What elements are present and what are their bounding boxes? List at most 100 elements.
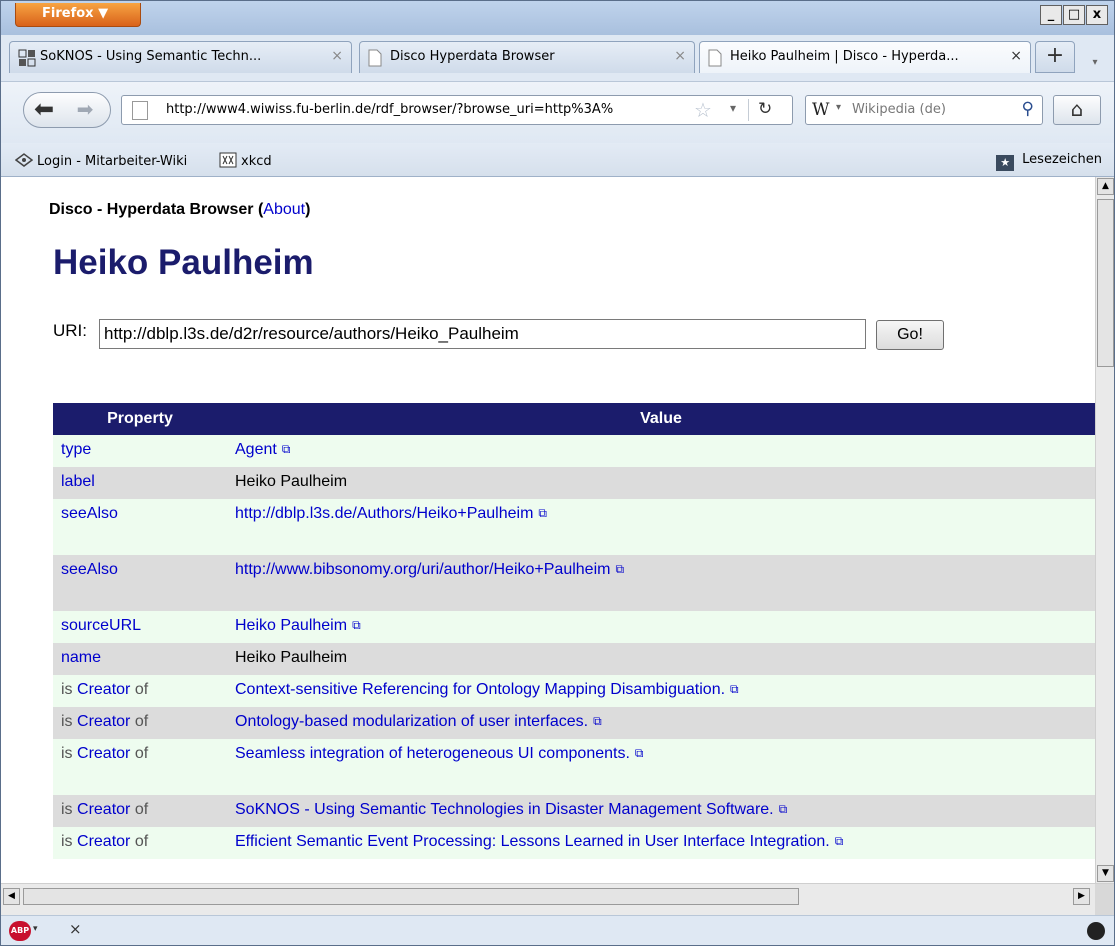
page-title: Heiko Paulheim	[53, 243, 314, 282]
page-icon	[368, 49, 384, 67]
external-link-icon[interactable]: ⧉	[730, 682, 739, 697]
list-all-tabs-icon[interactable]: ▾	[1085, 57, 1105, 77]
property-table: Property Value type Agent ⧉ label Heiko Paul…	[53, 403, 1095, 859]
back-forward-group: ⬅ ➡	[23, 92, 111, 128]
value-link[interactable]: Efficient Semantic Event Processing: Les…	[235, 833, 830, 850]
close-tab-icon[interactable]: ×	[1010, 48, 1022, 64]
wikipedia-icon[interactable]: W	[812, 100, 829, 120]
value-link[interactable]: http://www.bibsonomy.org/uri/author/Heik…	[235, 561, 610, 578]
bookmarks-menu-button[interactable]: ★ Lesezeichen	[996, 152, 1102, 171]
search-engine-dropdown-icon[interactable]: ▾	[836, 102, 841, 113]
back-arrow-icon[interactable]: ⬅	[27, 94, 61, 126]
forward-arrow-icon[interactable]: ➡	[68, 94, 102, 126]
bookmark-star-icon[interactable]: ☆	[694, 98, 712, 122]
property-link[interactable]: type	[61, 441, 91, 458]
page-icon	[708, 49, 724, 67]
external-link-icon[interactable]: ⧉	[615, 562, 624, 577]
search-icon[interactable]: ⚲	[1022, 99, 1034, 119]
uri-input[interactable]	[99, 319, 866, 349]
value-link[interactable]: Ontology-based modularization of user in…	[235, 713, 588, 730]
adblock-dropdown-icon[interactable]: ▾	[33, 924, 38, 934]
history-dropdown-icon[interactable]: ▾	[730, 101, 736, 115]
bookmark-xkcd[interactable]: xkcd	[219, 152, 272, 169]
url-bar[interactable]: http://www4.wiwiss.fu-berlin.de/rdf_brow…	[121, 95, 793, 125]
about-link[interactable]: About	[263, 201, 305, 218]
new-tab-button[interactable]: +	[1035, 41, 1075, 73]
value-link[interactable]: Agent	[235, 441, 277, 458]
search-bar[interactable]: W ▾ Wikipedia (de) ⚲	[805, 95, 1043, 125]
vertical-scrollbar[interactable]: ▲ ▼	[1095, 177, 1114, 883]
property-cell: sourceURL	[53, 611, 227, 643]
external-link-icon[interactable]: ⧉	[282, 442, 291, 457]
property-link[interactable]: sourceURL	[61, 617, 141, 634]
xkcd-icon	[219, 152, 237, 168]
window-controls: _ □ x	[1040, 5, 1108, 25]
home-icon[interactable]: ⌂	[1053, 95, 1101, 125]
bookmark-label: xkcd	[241, 154, 272, 169]
minimize-button[interactable]: _	[1040, 5, 1062, 25]
property-link[interactable]: Creator	[77, 745, 130, 762]
close-tab-icon[interactable]: ×	[331, 48, 343, 64]
value-link[interactable]: Heiko Paulheim	[235, 617, 347, 634]
property-cell: seeAlso	[53, 499, 227, 555]
property-prefix: is	[61, 681, 73, 698]
property-link[interactable]: seeAlso	[61, 561, 118, 578]
value-text: Heiko Paulheim	[235, 649, 348, 666]
property-link[interactable]: label	[61, 473, 95, 490]
add-on-bar: ABP ▾ ×	[1, 915, 1114, 945]
property-link[interactable]: Creator	[77, 713, 130, 730]
horizontal-scroll-thumb[interactable]	[23, 888, 799, 905]
external-link-icon[interactable]: ⧉	[779, 802, 788, 817]
property-cell: is Creator of	[53, 675, 227, 707]
value-cell: Efficient Semantic Event Processing: Les…	[227, 827, 1095, 859]
vertical-scroll-thumb[interactable]	[1097, 199, 1114, 367]
scroll-up-arrow-icon[interactable]: ▲	[1097, 178, 1114, 195]
property-link[interactable]: Creator	[77, 833, 130, 850]
go-button[interactable]: Go!	[876, 320, 944, 350]
value-cell: Heiko Paulheim	[227, 467, 1095, 499]
property-cell: type	[53, 435, 227, 467]
search-input[interactable]: Wikipedia (de)	[852, 102, 946, 117]
firefox-menu-button[interactable]: Firefox ▼	[15, 3, 141, 27]
table-row: seeAlso http://www.bibsonomy.org/uri/auth…	[53, 555, 1095, 611]
scroll-down-arrow-icon[interactable]: ▼	[1097, 865, 1114, 882]
external-link-icon[interactable]: ⧉	[352, 618, 361, 633]
table-row: seeAlso http://dblp.l3s.de/Authors/Heiko+…	[53, 499, 1095, 555]
table-row: type Agent ⧉	[53, 435, 1095, 467]
property-link[interactable]: seeAlso	[61, 505, 118, 522]
value-cell: Ontology-based modularization of user in…	[227, 707, 1095, 739]
close-window-button[interactable]: x	[1086, 5, 1108, 25]
property-suffix: of	[134, 681, 149, 698]
value-text: Heiko Paulheim	[235, 473, 348, 490]
external-link-icon[interactable]: ⧉	[593, 714, 602, 729]
property-link[interactable]: Creator	[77, 801, 130, 818]
horizontal-scrollbar[interactable]: ◀ ▶	[1, 883, 1114, 916]
property-link[interactable]: name	[61, 649, 101, 666]
tab-soknos[interactable]: SoKNOS - Using Semantic Techn... ×	[9, 41, 352, 73]
external-link-icon[interactable]: ⧉	[835, 834, 844, 849]
bookmark-label: Login - Mitarbeiter-Wiki	[37, 154, 188, 169]
close-tab-icon[interactable]: ×	[674, 48, 686, 64]
bookmark-login-wiki[interactable]: Login - Mitarbeiter-Wiki	[14, 152, 188, 169]
url-text[interactable]: http://www4.wiwiss.fu-berlin.de/rdf_brow…	[166, 102, 694, 117]
property-cell: name	[53, 643, 227, 675]
tab-disco[interactable]: Disco Hyperdata Browser ×	[359, 41, 695, 73]
maximize-button[interactable]: □	[1063, 5, 1085, 25]
value-link[interactable]: Context-sensitive Referencing for Ontolo…	[235, 681, 725, 698]
close-add-on-bar-icon[interactable]: ×	[69, 920, 82, 938]
external-link-icon[interactable]: ⧉	[635, 746, 644, 761]
value-link[interactable]: SoKNOS - Using Semantic Technologies in …	[235, 801, 774, 818]
property-cell: label	[53, 467, 227, 499]
tab-heiko-paulheim[interactable]: Heiko Paulheim | Disco - Hyperda... ×	[699, 41, 1031, 73]
value-link[interactable]: Seamless integration of heterogeneous UI…	[235, 745, 630, 762]
external-link-icon[interactable]: ⧉	[538, 506, 547, 521]
network-icon	[18, 49, 36, 67]
reload-icon[interactable]: ↻	[758, 99, 772, 119]
scroll-right-arrow-icon[interactable]: ▶	[1073, 888, 1090, 905]
scroll-left-arrow-icon[interactable]: ◀	[3, 888, 20, 905]
scrollbar-corner	[1095, 884, 1114, 916]
property-link[interactable]: Creator	[77, 681, 130, 698]
adblock-plus-icon[interactable]: ABP	[9, 921, 31, 941]
table-row: label Heiko Paulheim	[53, 467, 1095, 499]
value-link[interactable]: http://dblp.l3s.de/Authors/Heiko+Paulhei…	[235, 505, 533, 522]
